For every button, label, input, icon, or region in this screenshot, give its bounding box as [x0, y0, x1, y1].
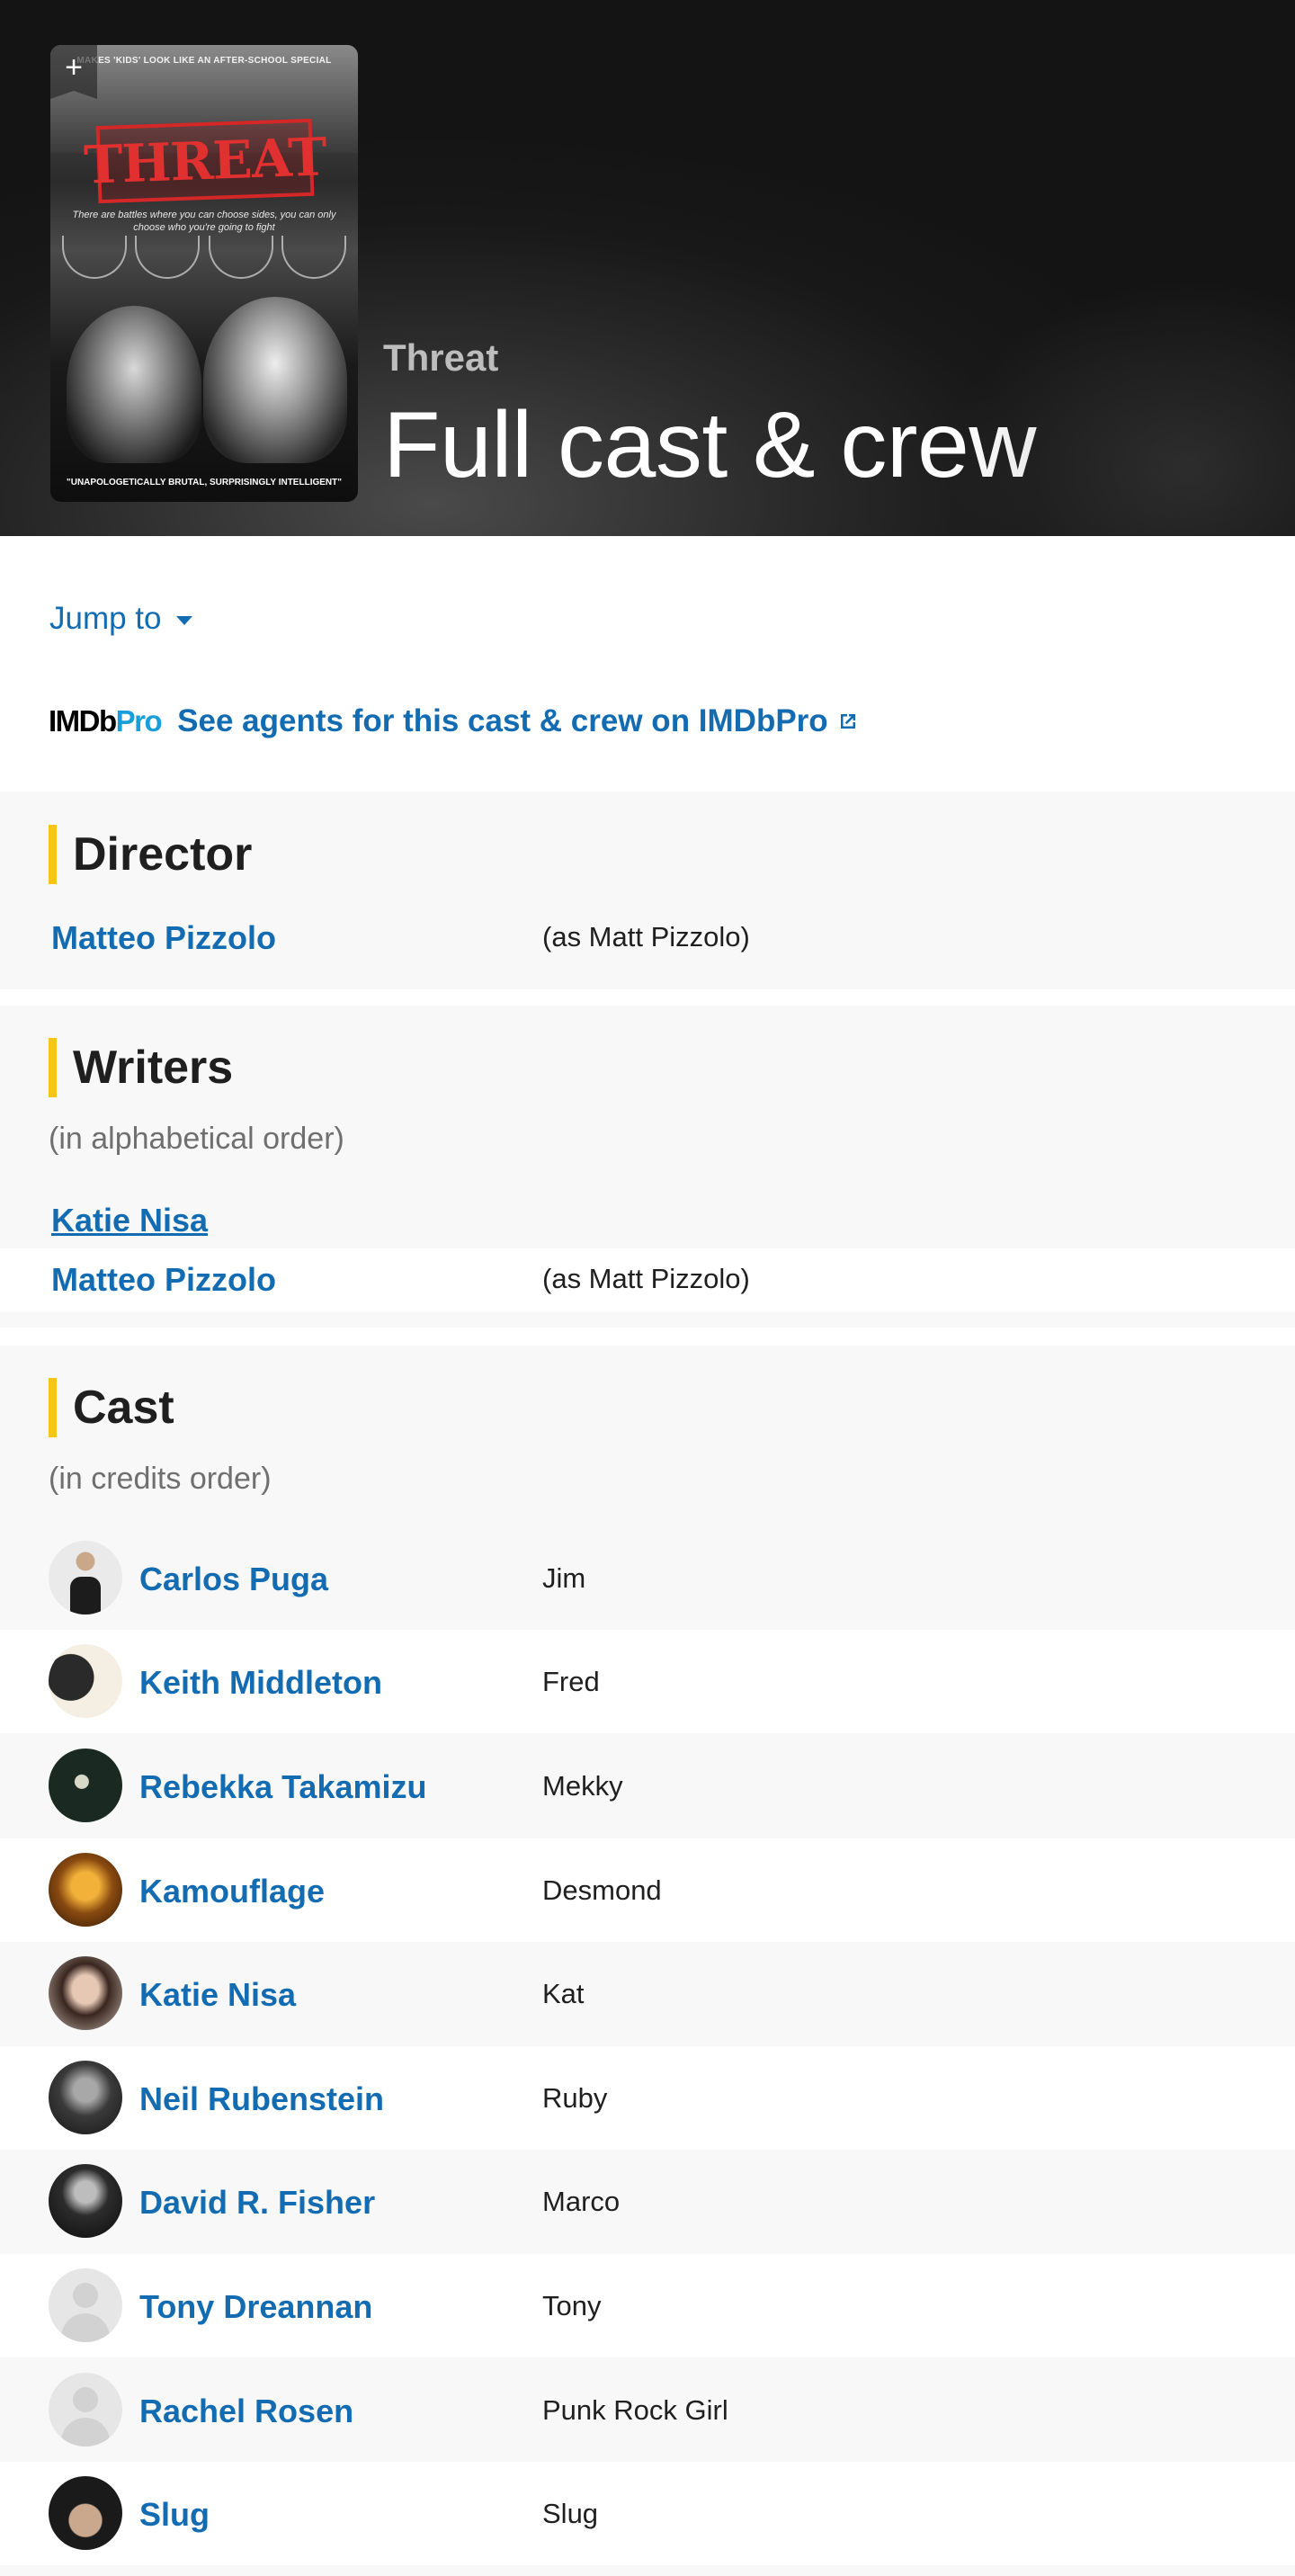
credit-note: (as Matt Pizzolo) [542, 1263, 750, 1294]
section-title: Director [49, 825, 252, 884]
cast-avatar-placeholder[interactable] [49, 2373, 122, 2446]
person-link[interactable]: Kamouflage [139, 1873, 325, 1910]
cast-row: Tony Dreannan Tony [0, 2254, 1295, 2357]
poster-tagline: MAKES 'KIDS' LOOK LIKE AN AFTER-SCHOOL S… [76, 56, 332, 66]
cast-row: Rachel Rosen Punk Rock Girl [0, 2358, 1295, 2462]
director-section: Director Matteo Pizzolo (as Matt Pizzolo… [0, 792, 1295, 989]
person-link[interactable]: Katie Nisa [51, 1202, 208, 1239]
cast-row: Rebekka Takamizu Mekky [0, 1734, 1295, 1838]
character-name: Jim [542, 1562, 586, 1594]
section-note: (in alphabetical order) [49, 1122, 344, 1156]
external-link-icon [840, 714, 855, 729]
person-link[interactable]: Rebekka Takamizu [139, 1768, 426, 1806]
person-link[interactable]: Matteo Pizzolo [51, 1261, 276, 1299]
cast-avatar[interactable] [49, 1749, 122, 1822]
character-name: Ruby [542, 2082, 608, 2114]
character-name: Kat [542, 1978, 585, 2009]
cast-avatar[interactable] [49, 2164, 122, 2238]
person-link[interactable]: Carlos Puga [139, 1561, 328, 1598]
movie-poster[interactable]: MAKES 'KIDS' LOOK LIKE AN AFTER-SCHOOL S… [50, 45, 358, 502]
cast-row: Slug Slug [0, 2462, 1295, 2565]
cast-row: Katie Nisa Kat [0, 1942, 1295, 2045]
person-link[interactable]: Matteo Pizzolo [51, 919, 276, 957]
character-name: Marco [542, 2186, 621, 2217]
character-name: Fred [542, 1666, 600, 1697]
section-title: Writers [49, 1038, 233, 1097]
cast-row: Neil Rubenstein Ruby [0, 2046, 1295, 2150]
imdbpro-banner[interactable]: IMDbPro See agents for this cast & crew … [49, 703, 859, 739]
person-link[interactable]: Tony Dreannan [139, 2288, 372, 2326]
poster-subline: There are battles where you can choose s… [72, 210, 336, 233]
cast-section: Cast (in credits order) Carlos Puga Jim … [0, 1346, 1295, 2576]
person-link[interactable]: Slug [139, 2496, 210, 2534]
cast-row: Keith Middleton Fred [0, 1630, 1295, 1733]
movie-title-link[interactable]: Threat [383, 336, 498, 380]
character-name: Slug [542, 2498, 599, 2529]
cast-avatar[interactable] [49, 2061, 122, 2134]
cast-avatar[interactable] [49, 1541, 122, 1614]
character-name: Punk Rock Girl [542, 2394, 728, 2426]
section-title: Cast [49, 1378, 174, 1437]
poster-quote: "UNAPOLOGETICALLY BRUTAL, SURPRISINGLY I… [67, 478, 342, 487]
jump-to-dropdown[interactable]: Jump to [49, 601, 192, 637]
imdbpro-link[interactable]: See agents for this cast & crew on IMDbP… [177, 703, 859, 739]
character-name: Tony [542, 2290, 602, 2321]
poster-laurels [50, 236, 358, 279]
jump-to-label: Jump to [49, 601, 162, 636]
section-note: (in credits order) [49, 1462, 272, 1496]
writers-section: Writers (in alphabetical order) Katie Ni… [0, 1006, 1295, 1328]
cast-avatar[interactable] [49, 1644, 122, 1718]
cast-row: Kamouflage Desmond [0, 1838, 1295, 1942]
cast-row: David R. Fisher Marco [0, 2150, 1295, 2253]
person-link[interactable]: David R. Fisher [139, 2184, 375, 2222]
imdbpro-link-label: See agents for this cast & crew on IMDbP… [177, 703, 828, 738]
credit-row: Matteo Pizzolo (as Matt Pizzolo) [0, 1248, 1295, 1311]
imdbpro-logo: IMDbPro [49, 704, 163, 738]
cast-avatar-placeholder[interactable] [49, 2268, 122, 2342]
hero-banner: MAKES 'KIDS' LOOK LIKE AN AFTER-SCHOOL S… [0, 0, 1295, 536]
caret-down-icon [175, 616, 192, 625]
cast-avatar[interactable] [49, 1853, 122, 1927]
poster-face-right [203, 297, 347, 463]
character-name: Desmond [542, 1874, 662, 1906]
poster-face-left [67, 306, 201, 463]
person-link[interactable]: Katie Nisa [139, 1976, 296, 2014]
poster-title: THREAT [83, 126, 327, 196]
person-link[interactable]: Keith Middleton [139, 1664, 382, 1702]
credit-note: (as Matt Pizzolo) [542, 921, 750, 953]
poster-title-box: THREAT [83, 118, 327, 204]
cast-row: Carlos Puga Jim [0, 1526, 1295, 1630]
cast-avatar[interactable] [49, 1956, 122, 2030]
person-link[interactable]: Neil Rubenstein [139, 2080, 384, 2118]
add-to-watchlist-icon[interactable]: + [50, 45, 97, 99]
person-link[interactable]: Rachel Rosen [139, 2393, 353, 2430]
cast-avatar[interactable] [49, 2476, 122, 2550]
character-name: Mekky [542, 1770, 623, 1802]
page-title: Full cast & crew [383, 393, 1036, 497]
